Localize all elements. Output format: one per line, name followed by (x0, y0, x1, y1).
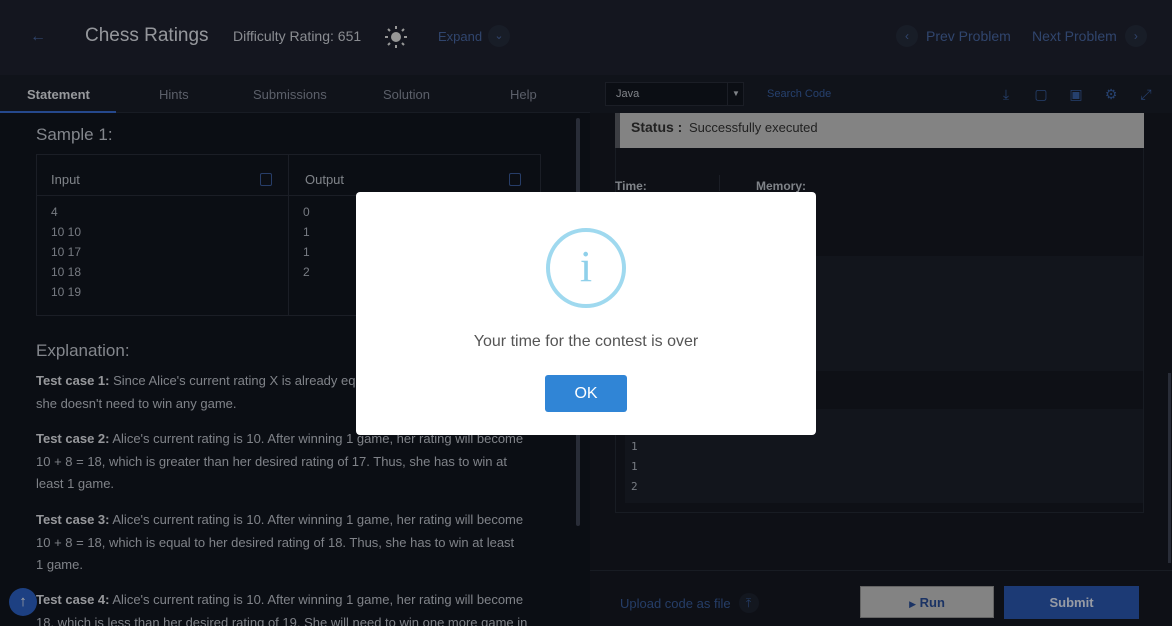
dialog-message: Your time for the contest is over (473, 333, 699, 350)
time-over-dialog: i Your time for the contest is over OK (356, 192, 816, 435)
info-glyph: i (579, 242, 593, 291)
ok-button[interactable]: OK (545, 375, 627, 412)
info-icon: i (546, 228, 626, 308)
